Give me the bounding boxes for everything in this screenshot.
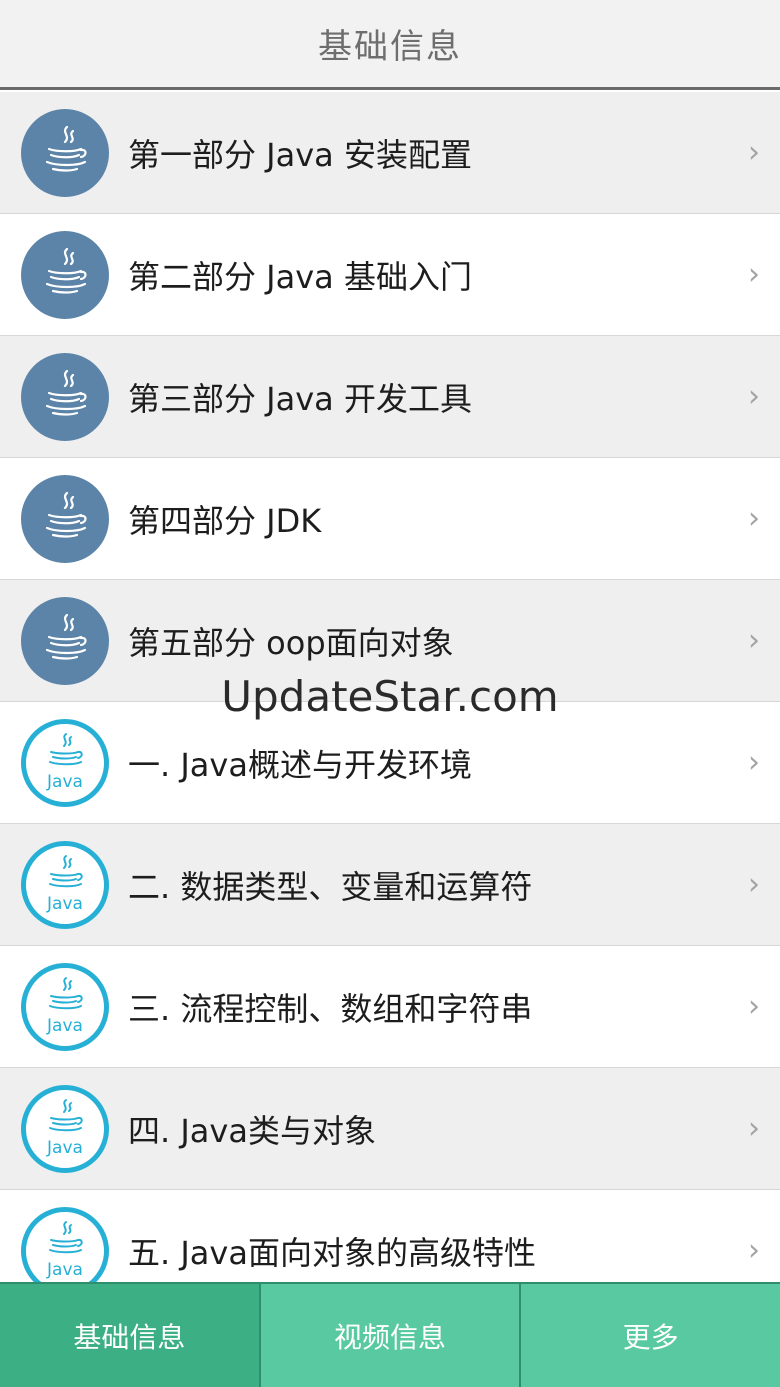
java-logo-icon: Java <box>21 1206 109 1282</box>
list-item[interactable]: 第四部分 JDK › <box>0 458 780 580</box>
java-logo-text: Java <box>46 1138 83 1158</box>
java-logo-icon: Java <box>21 962 109 1051</box>
list-item-label: 三. 流程控制、数组和字符串 <box>128 989 533 1028</box>
java-logo-text: Java <box>46 1260 83 1280</box>
list-item-label: 第五部分 oop面向对象 <box>128 623 454 662</box>
java-cup-icon <box>21 230 109 319</box>
list-item[interactable]: Java 三. 流程控制、数组和字符串 › <box>0 946 780 1068</box>
tab-video-info[interactable]: 视频信息 <box>260 1284 522 1387</box>
java-logo-text: Java <box>46 894 83 914</box>
list-item[interactable]: Java 二. 数据类型、变量和运算符 › <box>0 824 780 946</box>
list-item[interactable]: 第一部分 Java 安装配置 › <box>0 92 780 214</box>
java-logo-icon: Java <box>21 718 109 807</box>
nav-bar: 基础信息 <box>0 0 780 90</box>
topic-list: 第一部分 Java 安装配置 › 第二部分 Java 基础入门 › 第三部分 J… <box>0 92 780 1282</box>
list-item-label: 一. Java概述与开发环境 <box>128 745 472 784</box>
list-item[interactable]: 第二部分 Java 基础入门 › <box>0 214 780 336</box>
list-item-label: 第一部分 Java 安装配置 <box>128 135 472 174</box>
chevron-right-icon: › <box>748 745 760 780</box>
list-item-label: 第四部分 JDK <box>128 501 322 540</box>
list-item-label: 四. Java类与对象 <box>128 1111 376 1150</box>
tab-bar: 基础信息 视频信息 更多 <box>0 1282 780 1387</box>
java-logo-icon: Java <box>21 1084 109 1173</box>
list-item-label: 第二部分 Java 基础入门 <box>128 257 472 296</box>
java-cup-icon <box>21 596 109 685</box>
list-item-label: 二. 数据类型、变量和运算符 <box>128 867 533 906</box>
list-item-label: 五. Java面向对象的高级特性 <box>128 1233 536 1272</box>
list-item[interactable]: Java 一. Java概述与开发环境 › <box>0 702 780 824</box>
chevron-right-icon: › <box>748 257 760 292</box>
java-cup-icon <box>21 108 109 197</box>
chevron-right-icon: › <box>748 867 760 902</box>
tab-basic-info[interactable]: 基础信息 <box>0 1284 261 1387</box>
java-logo-icon: Java <box>21 840 109 929</box>
chevron-right-icon: › <box>748 1233 760 1268</box>
tab-more[interactable]: 更多 <box>521 1284 780 1387</box>
list-item[interactable]: 第五部分 oop面向对象 › <box>0 580 780 702</box>
chevron-right-icon: › <box>748 135 760 170</box>
list-item[interactable]: Java 五. Java面向对象的高级特性 › <box>0 1190 780 1282</box>
chevron-right-icon: › <box>748 1111 760 1146</box>
chevron-right-icon: › <box>748 989 760 1024</box>
chevron-right-icon: › <box>748 501 760 536</box>
java-cup-icon <box>21 352 109 441</box>
chevron-right-icon: › <box>748 379 760 414</box>
chevron-right-icon: › <box>748 623 760 658</box>
java-cup-icon <box>21 474 109 563</box>
list-item[interactable]: Java 四. Java类与对象 › <box>0 1068 780 1190</box>
page-title: 基础信息 <box>318 27 462 67</box>
java-logo-text: Java <box>46 772 83 792</box>
list-item-label: 第三部分 Java 开发工具 <box>128 379 472 418</box>
list-item[interactable]: 第三部分 Java 开发工具 › <box>0 336 780 458</box>
java-logo-text: Java <box>46 1016 83 1036</box>
